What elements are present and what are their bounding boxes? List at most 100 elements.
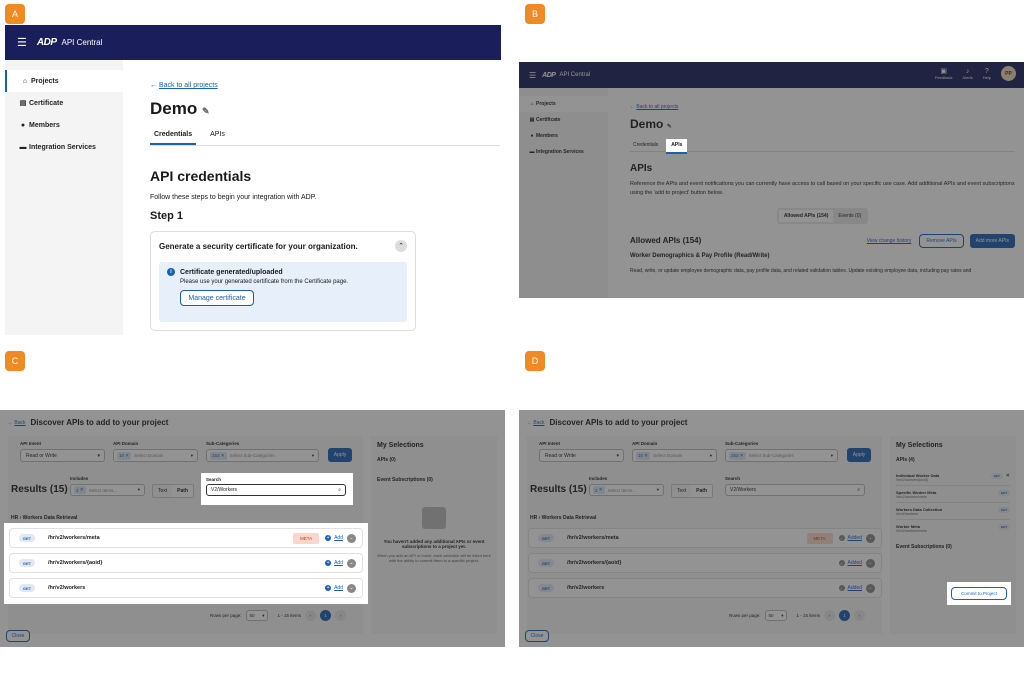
next-page-button[interactable]: › bbox=[335, 610, 347, 621]
table-row[interactable]: GET /hr/v2/workers/{aoid} ✓ Added ⌄ bbox=[528, 553, 882, 573]
panel-label-b: B bbox=[525, 4, 545, 24]
alerts-label: Alerts bbox=[962, 74, 973, 80]
chevron-down-icon[interactable]: ⌄ bbox=[866, 583, 875, 593]
sidebar-item-integration[interactable]: ▬ Integration Services bbox=[519, 144, 608, 160]
chevron-down-icon: ▾ bbox=[137, 487, 140, 492]
toggle-events[interactable]: Events (0) bbox=[833, 210, 866, 222]
rows-per-page-select[interactable]: 50 ▾ bbox=[245, 610, 268, 621]
domain-select[interactable]: 10 ✕ Select Domain ▾ bbox=[632, 449, 717, 462]
intent-label: API Intent bbox=[20, 441, 41, 446]
main-content: ← Back to all projects Demo ✎ Credential… bbox=[150, 82, 500, 331]
toggle-allowed-apis[interactable]: Allowed APIs (154) bbox=[778, 209, 834, 222]
close-button[interactable]: Close bbox=[525, 630, 549, 642]
text-mode-button[interactable]: Text bbox=[153, 485, 172, 497]
chevron-down-icon[interactable]: ⌄ bbox=[347, 583, 356, 593]
domain-chip[interactable]: 10 ✕ bbox=[117, 451, 132, 460]
pencil-icon[interactable]: ✎ bbox=[202, 106, 210, 116]
sidebar-item-certificate[interactable]: ▤ Certificate bbox=[5, 92, 123, 114]
domain-placeholder: Select Domain bbox=[653, 453, 683, 458]
sidebar-item-projects[interactable]: ⌂ Projects bbox=[519, 96, 608, 112]
pencil-icon[interactable]: ✎ bbox=[667, 124, 672, 130]
apply-button[interactable]: Apply bbox=[847, 448, 871, 462]
tab-apis[interactable]: APIs bbox=[210, 131, 225, 145]
help-button[interactable]: ? Help bbox=[983, 68, 991, 80]
chevron-down-icon[interactable]: ⌄ bbox=[347, 558, 356, 568]
avatar[interactable]: PP bbox=[1001, 66, 1016, 81]
table-row[interactable]: GET /hr/v2/workers/meta META ✓ Added ⌄ bbox=[528, 528, 882, 548]
commit-to-project-button[interactable]: Commit to Project bbox=[951, 587, 1007, 600]
next-page-button[interactable]: › bbox=[854, 610, 866, 621]
back-link[interactable]: ← Back to all projects bbox=[630, 104, 1015, 110]
text-mode-button[interactable]: Text bbox=[672, 485, 691, 497]
close-icon[interactable]: ✕ bbox=[740, 453, 744, 459]
includes-chip[interactable]: 2 ✕ bbox=[74, 486, 86, 494]
includes-chip[interactable]: 2 ✕ bbox=[593, 486, 605, 494]
includes-select[interactable]: 2 ✕ Select Items... ▾ bbox=[70, 484, 145, 496]
prev-page-button[interactable]: ‹ bbox=[305, 610, 317, 621]
add-more-apis-button[interactable]: Add more APIs bbox=[969, 233, 1015, 248]
manage-certificate-button[interactable]: Manage certificate bbox=[180, 290, 254, 306]
prev-page-button[interactable]: ‹ bbox=[824, 610, 836, 621]
page-1-button[interactable]: 1 bbox=[320, 610, 332, 621]
menu-icon[interactable]: ☰ bbox=[17, 36, 27, 49]
sidebar-item-projects[interactable]: ⌂ Projects bbox=[5, 70, 123, 92]
menu-icon[interactable]: ☰ bbox=[529, 71, 536, 80]
plus-icon: + bbox=[325, 560, 332, 566]
close-icon[interactable]: ✕ bbox=[599, 487, 603, 493]
search-input[interactable]: V2/Workers ⌕ bbox=[206, 484, 346, 496]
chevron-up-icon[interactable]: ⌃ bbox=[395, 240, 407, 252]
page-1-button[interactable]: 1 bbox=[839, 610, 851, 621]
tab-credentials[interactable]: Credentials bbox=[630, 139, 658, 151]
add-button[interactable]: Add bbox=[334, 535, 343, 541]
sub-chip[interactable]: 253 ✕ bbox=[729, 451, 746, 460]
sub-categories-select[interactable]: 253 ✕ Select Sub-Categories ▾ bbox=[725, 449, 838, 462]
intent-select[interactable]: Read or Write ▾ bbox=[539, 449, 624, 462]
close-icon[interactable]: ✕ bbox=[644, 453, 648, 459]
domain-select[interactable]: 10 ✕ Select Domain ▾ bbox=[113, 449, 198, 462]
back-link[interactable]: Back bbox=[14, 420, 25, 426]
chevron-down-icon[interactable]: ⌄ bbox=[347, 533, 356, 543]
path-mode-button[interactable]: Path bbox=[172, 485, 194, 497]
tabs: Credentials APIs bbox=[630, 139, 1015, 154]
sidebar-item-members[interactable]: ● Members bbox=[519, 128, 608, 144]
toggle-group: Allowed APIs (154) Events (0) bbox=[630, 207, 1015, 224]
apply-button[interactable]: Apply bbox=[328, 448, 352, 462]
alerts-button[interactable]: ♪ Alerts bbox=[963, 68, 973, 80]
sidebar-item-certificate[interactable]: ▤ Certificate bbox=[519, 112, 608, 128]
feedback-button[interactable]: ▣ Feedback bbox=[935, 67, 953, 80]
tab-credentials[interactable]: Credentials bbox=[150, 131, 197, 145]
table-row[interactable]: GET /hr/v2/workers + Add ⌄ bbox=[9, 578, 363, 598]
apis-description: Reference the APIs and event notificatio… bbox=[630, 181, 1015, 196]
close-button[interactable]: Close bbox=[6, 630, 30, 642]
domain-label: API Domain bbox=[632, 441, 658, 446]
chevron-down-icon[interactable]: ⌄ bbox=[866, 533, 875, 543]
search-input[interactable]: V2/Workers ⌕ bbox=[725, 484, 865, 496]
plus-icon: + bbox=[325, 585, 332, 591]
table-row[interactable]: GET /hr/v2/workers/meta META + Add ⌄ bbox=[9, 528, 363, 548]
back-link[interactable]: ← Back to all projects bbox=[150, 82, 500, 89]
table-row[interactable]: GET /hr/v2/workers/{aoid} + Add ⌄ bbox=[9, 553, 363, 573]
method-badge: GET bbox=[538, 534, 554, 542]
chevron-down-icon[interactable]: ⌄ bbox=[866, 558, 875, 568]
sidebar-item-integration[interactable]: ▬ Integration Services bbox=[5, 136, 123, 158]
meta-badge: META bbox=[806, 532, 833, 544]
table-row[interactable]: GET /hr/v2/workers ✓ Added ⌄ bbox=[528, 578, 882, 598]
close-icon[interactable]: ✕ bbox=[80, 487, 84, 493]
remove-apis-button[interactable]: Remove APIs bbox=[919, 233, 964, 248]
add-button[interactable]: Add bbox=[334, 585, 343, 591]
path-mode-button[interactable]: Path bbox=[691, 485, 713, 497]
sub-chip[interactable]: 253 ✕ bbox=[210, 451, 227, 460]
close-icon[interactable]: ✕ bbox=[221, 453, 225, 459]
tab-apis[interactable]: APIs bbox=[666, 139, 688, 154]
sub-categories-select[interactable]: 253 ✕ Select Sub-Categories ▾ bbox=[206, 449, 319, 462]
sidebar-item-members[interactable]: ● Members bbox=[5, 114, 123, 136]
change-history-link[interactable]: View change history bbox=[867, 238, 912, 244]
rows-per-page-select[interactable]: 50 ▾ bbox=[764, 610, 787, 621]
close-icon[interactable]: ✕ bbox=[125, 453, 129, 459]
back-link[interactable]: Back bbox=[533, 420, 544, 426]
intent-select[interactable]: Read or Write ▾ bbox=[20, 449, 105, 462]
domain-chip[interactable]: 10 ✕ bbox=[636, 451, 651, 460]
close-icon[interactable]: ✕ bbox=[1006, 473, 1010, 479]
add-button[interactable]: Add bbox=[334, 560, 343, 566]
includes-select[interactable]: 2 ✕ Select Items... ▾ bbox=[589, 484, 664, 496]
